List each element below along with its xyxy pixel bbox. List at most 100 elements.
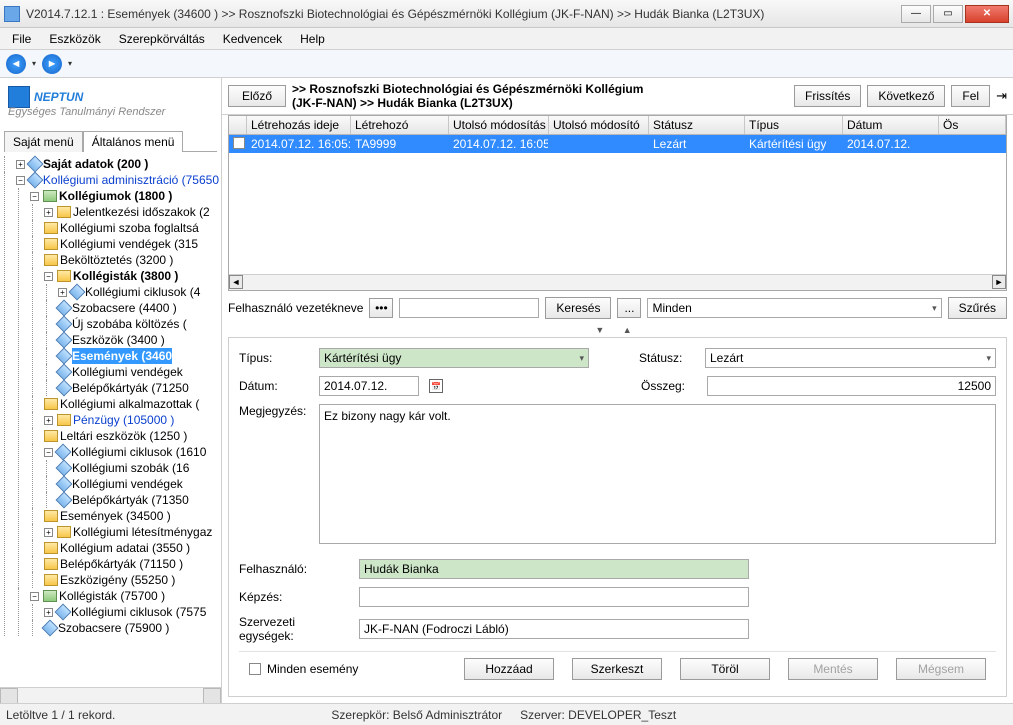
nav-forward-button[interactable]: ►	[42, 54, 62, 74]
expand-icon[interactable]: −	[16, 176, 25, 185]
cancel-button[interactable]: Mégsem	[896, 658, 986, 680]
tree-item[interactable]: Jelentkezési időszakok (2	[73, 204, 210, 220]
row-checkbox[interactable]	[233, 137, 245, 149]
tree-item[interactable]: Kollégiumok (1800 )	[59, 188, 172, 204]
tree-item[interactable]: Események (34500 )	[60, 508, 171, 524]
expand-icon[interactable]: +	[44, 608, 53, 617]
tab-own[interactable]: Saját menü	[4, 131, 83, 152]
filter-button[interactable]: Szűrés	[948, 297, 1007, 319]
splitter-icon[interactable]: ▼ ▲	[222, 325, 1013, 337]
statusz-select[interactable]: Lezárt	[705, 348, 996, 368]
expand-icon[interactable]: −	[44, 448, 53, 457]
tree-item[interactable]: Eszközök (3400 )	[72, 332, 165, 348]
expand-icon[interactable]: −	[44, 272, 53, 281]
tree-item-selected[interactable]: Események (3460	[72, 348, 172, 364]
tree-item[interactable]: Szobacsere (75900 )	[58, 620, 169, 636]
scroll-right-icon[interactable]: ►	[992, 275, 1006, 289]
expand-icon[interactable]: +	[44, 208, 53, 217]
table-row[interactable]: 2014.07.12. 16:05:4 TA9999 2014.07.12. 1…	[229, 135, 1006, 153]
refresh-button[interactable]: Frissítés	[794, 85, 861, 107]
expand-icon[interactable]: +	[58, 288, 67, 297]
menu-tools[interactable]: Eszközök	[41, 30, 108, 48]
tree-item[interactable]: Kollégiumi alkalmazottak (	[60, 396, 199, 412]
datum-input[interactable]	[319, 376, 419, 396]
search-button[interactable]: Keresés	[545, 297, 611, 319]
tree-hscroll[interactable]	[0, 687, 221, 703]
felh-input[interactable]	[359, 559, 749, 579]
osszeg-input[interactable]	[707, 376, 996, 396]
tree-item[interactable]: Belépőkártyák (71150 )	[60, 556, 183, 572]
search-input[interactable]	[399, 298, 539, 318]
expand-icon[interactable]: −	[30, 592, 39, 601]
col-header[interactable]: Létrehozás ideje	[247, 116, 351, 134]
close-button[interactable]: ✕	[965, 5, 1009, 23]
expand-icon[interactable]: +	[44, 528, 53, 537]
tree-item[interactable]: Új szobába költözés (	[72, 316, 187, 332]
tree-item[interactable]: Kollégisták (3800 )	[73, 268, 178, 284]
tree-item[interactable]: Eszközigény (55250 )	[60, 572, 175, 588]
tree-item[interactable]: Leltári eszközök (1250 )	[60, 428, 187, 444]
nav-back-button[interactable]: ◄	[6, 54, 26, 74]
szerv-input[interactable]	[359, 619, 749, 639]
col-checkbox[interactable]	[229, 116, 247, 134]
tree-item[interactable]: Belépőkártyák (71350	[72, 492, 189, 508]
menu-file[interactable]: File	[4, 30, 39, 48]
tree-item[interactable]: Belépőkártyák (71250	[72, 380, 189, 396]
up-button[interactable]: Fel	[951, 85, 990, 107]
search-row: Felhasználó vezetékneve ••• Keresés ... …	[222, 291, 1013, 325]
col-header[interactable]: Utolsó módosítás ...	[449, 116, 549, 134]
status-server: Szerver: DEVELOPER_Teszt	[520, 708, 676, 722]
tree-item[interactable]: Kollégiumi létesítménygaz	[73, 524, 212, 540]
nav-forward-drop[interactable]: ▾	[68, 59, 72, 68]
tree-item[interactable]: Kollégiumi vendégek (315	[60, 236, 198, 252]
delete-button[interactable]: Töröl	[680, 658, 770, 680]
col-header[interactable]: Típus	[745, 116, 843, 134]
tree-item[interactable]: Kollégisták (75700 )	[59, 588, 165, 604]
tree-item[interactable]: Kollégiumi vendégek	[72, 476, 183, 492]
grid-hscroll[interactable]: ◄ ►	[229, 274, 1006, 290]
expand-icon[interactable]: +	[16, 160, 25, 169]
menu-fav[interactable]: Kedvencek	[215, 30, 290, 48]
kepzes-input[interactable]	[359, 587, 749, 607]
tree-item[interactable]: Kollégium adatai (3550 )	[60, 540, 190, 556]
tree-item[interactable]: Kollégiumi ciklusok (7575	[71, 604, 206, 620]
col-header[interactable]: Státusz	[649, 116, 745, 134]
add-button[interactable]: Hozzáad	[464, 658, 554, 680]
tipus-select[interactable]: Kártérítési ügy	[319, 348, 589, 368]
tree-item[interactable]: Saját adatok (200 )	[43, 156, 148, 172]
tree-item[interactable]: Kollégiumi ciklusok (1610	[71, 444, 206, 460]
search-mode-button[interactable]: •••	[369, 298, 393, 318]
maximize-button[interactable]: ▭	[933, 5, 963, 23]
tree-item[interactable]: Szobacsere (4400 )	[72, 300, 177, 316]
menu-roles[interactable]: Szerepkörváltás	[111, 30, 213, 48]
tree-item[interactable]: Pénzügy (105000 )	[73, 412, 174, 428]
megj-textarea[interactable]: Ez bizony nagy kár volt.	[319, 404, 996, 544]
minimize-button[interactable]: —	[901, 5, 931, 23]
search-more-button[interactable]: ...	[617, 298, 641, 318]
col-header[interactable]: Dátum	[843, 116, 939, 134]
menu-help[interactable]: Help	[292, 30, 333, 48]
tree-item[interactable]: Beköltöztetés (3200 )	[60, 252, 173, 268]
col-header[interactable]: Létrehozó	[351, 116, 449, 134]
scroll-left-icon[interactable]: ◄	[229, 275, 243, 289]
col-header[interactable]: Ös	[939, 116, 1006, 134]
tree-item[interactable]: Kollégiumi vendégek	[72, 364, 183, 380]
edit-button[interactable]: Szerkeszt	[572, 658, 662, 680]
nav-back-drop[interactable]: ▾	[32, 59, 36, 68]
expand-icon[interactable]: −	[30, 192, 39, 201]
pin-icon[interactable]: ⇥	[996, 88, 1007, 104]
expand-icon[interactable]: +	[44, 416, 53, 425]
tree-item[interactable]: Kollégiumi szobák (16	[72, 460, 189, 476]
tree-item[interactable]: Kollégiumi adminisztráció (75650	[43, 172, 219, 188]
minden-checkbox[interactable]: Minden esemény	[249, 662, 358, 676]
col-header[interactable]: Utolsó módosító	[549, 116, 649, 134]
save-button[interactable]: Mentés	[788, 658, 878, 680]
tree-item[interactable]: Kollégiumi ciklusok (4	[85, 284, 200, 300]
search-filter-select[interactable]: Minden	[647, 298, 941, 318]
next-button[interactable]: Következő	[867, 85, 945, 107]
calendar-icon[interactable]: 📅	[429, 379, 443, 393]
tab-general[interactable]: Általános menü	[83, 131, 184, 152]
tree-item[interactable]: Kollégiumi szoba foglaltsá	[60, 220, 199, 236]
prev-button[interactable]: Előző	[228, 85, 286, 107]
nav-tree[interactable]: +Saját adatok (200 ) −Kollégiumi adminis…	[0, 152, 221, 687]
